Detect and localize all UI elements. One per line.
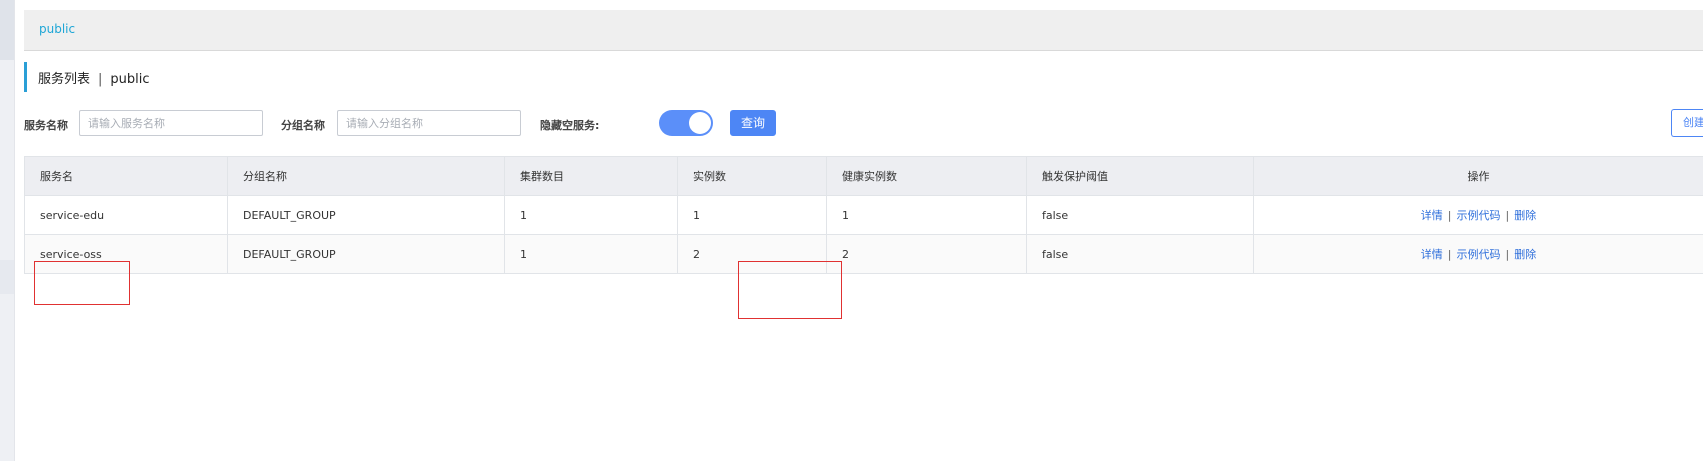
hide-empty-services-label: 隐藏空服务: <box>540 119 600 132</box>
cell-service-name: service-oss <box>24 234 228 274</box>
page-title-text: 服务列表 <box>38 72 91 87</box>
delete-link[interactable]: 删除 <box>1514 248 1536 261</box>
namespace-link-public[interactable]: public <box>39 22 75 36</box>
service-table: 服务名 分组名称 集群数目 实例数 健康实例数 触发保护阈值 操作 servic… <box>24 156 1703 274</box>
sample-code-link[interactable]: 示例代码 <box>1457 209 1501 222</box>
cell-instance-count: 2 <box>677 234 827 274</box>
action-separator: | <box>1447 248 1452 261</box>
cell-protect-threshold: false <box>1026 234 1254 274</box>
col-header-instance-count: 实例数 <box>677 156 827 196</box>
sidebar-active-block <box>0 0 14 60</box>
page-header: 服务列表 | public <box>24 62 627 92</box>
cell-healthy-count: 2 <box>826 234 1027 274</box>
col-header-healthy-count: 健康实例数 <box>826 156 1027 196</box>
namespace-bar: public <box>24 10 1703 51</box>
group-name-input[interactable] <box>337 110 521 136</box>
action-separator: | <box>1447 209 1452 222</box>
col-header-cluster-count: 集群数目 <box>504 156 678 196</box>
cell-cluster-count: 1 <box>504 195 678 235</box>
group-name-label: 分组名称 <box>281 119 325 132</box>
col-header-protect-threshold: 触发保护阈值 <box>1026 156 1254 196</box>
filter-bar: 服务名称 分组名称 隐藏空服务: 查询 创建 <box>24 109 1703 139</box>
toggle-knob <box>689 112 711 134</box>
main-content: public 服务列表 | public 服务名称 分组名称 隐藏空服务: 查询 创… <box>24 10 1703 461</box>
service-name-input[interactable] <box>79 110 263 136</box>
cell-protect-threshold: false <box>1026 195 1254 235</box>
cell-cluster-count: 1 <box>504 234 678 274</box>
cell-service-name: service-edu <box>24 195 228 235</box>
col-header-group-name: 分组名称 <box>227 156 505 196</box>
cell-actions: 详情 | 示例代码 | 删除 <box>1253 234 1703 274</box>
cell-group-name: DEFAULT_GROUP <box>227 234 505 274</box>
action-separator: | <box>1505 209 1510 222</box>
table-header-row: 服务名 分组名称 集群数目 实例数 健康实例数 触发保护阈值 操作 <box>24 156 1703 196</box>
col-header-actions: 操作 <box>1253 156 1703 196</box>
col-header-service-name: 服务名 <box>24 156 228 196</box>
service-name-label: 服务名称 <box>24 119 68 132</box>
cell-instance-count: 1 <box>677 195 827 235</box>
create-service-button[interactable]: 创建 <box>1671 109 1703 137</box>
left-sidebar-rail <box>0 0 15 461</box>
page-title: 服务列表 | public <box>38 68 150 87</box>
detail-link[interactable]: 详情 <box>1421 209 1443 222</box>
cell-actions: 详情 | 示例代码 | 删除 <box>1253 195 1703 235</box>
table-row: service-oss DEFAULT_GROUP 1 2 2 false 详情… <box>24 234 1703 274</box>
sidebar-highlight-block <box>0 260 14 294</box>
detail-link[interactable]: 详情 <box>1421 248 1443 261</box>
title-separator: | <box>98 72 103 87</box>
query-button[interactable]: 查询 <box>730 110 776 136</box>
cell-group-name: DEFAULT_GROUP <box>227 195 505 235</box>
delete-link[interactable]: 删除 <box>1514 209 1536 222</box>
page-title-namespace: public <box>110 72 150 87</box>
sample-code-link[interactable]: 示例代码 <box>1457 248 1501 261</box>
hide-empty-services-toggle[interactable] <box>659 110 713 136</box>
table-row: service-edu DEFAULT_GROUP 1 1 1 false 详情… <box>24 195 1703 235</box>
cell-healthy-count: 1 <box>826 195 1027 235</box>
action-separator: | <box>1505 248 1510 261</box>
